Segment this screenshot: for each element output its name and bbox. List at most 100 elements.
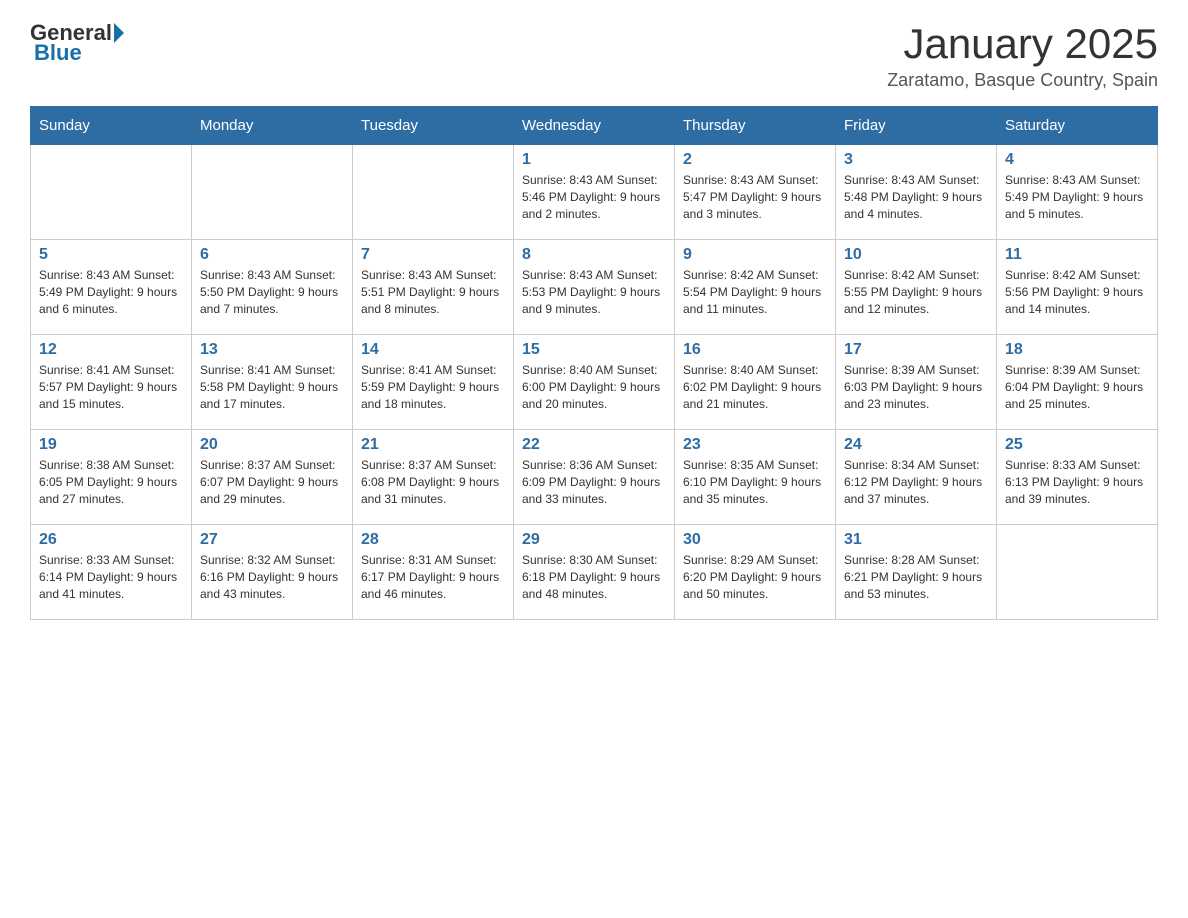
- calendar-cell: 16Sunrise: 8:40 AM Sunset: 6:02 PM Dayli…: [675, 335, 836, 430]
- day-info: Sunrise: 8:28 AM Sunset: 6:21 PM Dayligh…: [844, 552, 988, 602]
- day-number: 2: [683, 151, 827, 169]
- calendar-cell: 4 Sunrise: 8:43 AM Sunset: 5:49 PM Daylig…: [997, 145, 1158, 240]
- title-section: January 2025 Zaratamo, Basque Country, S…: [887, 20, 1158, 91]
- calendar-cell: 3 Sunrise: 8:43 AM Sunset: 5:48 PM Daylig…: [836, 145, 997, 240]
- day-info: Sunrise: 8:43 AM Sunset: 5:48 PM Dayligh…: [844, 172, 988, 222]
- calendar-cell: 24Sunrise: 8:34 AM Sunset: 6:12 PM Dayli…: [836, 430, 997, 525]
- day-info: Sunrise: 8:43 AM Sunset: 5:46 PM Dayligh…: [522, 172, 666, 222]
- day-number: 14: [361, 341, 505, 359]
- day-number: 4: [1005, 151, 1149, 169]
- column-header-saturday: Saturday: [997, 107, 1158, 145]
- day-info: Sunrise: 8:43 AM Sunset: 5:51 PM Dayligh…: [361, 267, 505, 317]
- day-number: 16: [683, 341, 827, 359]
- calendar-cell: 23 Sunrise: 8:35 AM Sunset: 6:10 PM Dayli…: [675, 430, 836, 525]
- day-info: Sunrise: 8:43 AM Sunset: 5:49 PM Dayligh…: [39, 267, 183, 317]
- logo-blue: Blue: [34, 40, 82, 66]
- calendar-cell: 7Sunrise: 8:43 AM Sunset: 5:51 PM Daylig…: [353, 240, 514, 335]
- day-info: Sunrise: 8:37 AM Sunset: 6:08 PM Dayligh…: [361, 457, 505, 507]
- day-info: Sunrise: 8:42 AM Sunset: 5:55 PM Dayligh…: [844, 267, 988, 317]
- day-number: 20: [200, 436, 344, 454]
- day-info: Sunrise: 8:36 AM Sunset: 6:09 PM Dayligh…: [522, 457, 666, 507]
- calendar-cell: 11Sunrise: 8:42 AM Sunset: 5:56 PM Dayli…: [997, 240, 1158, 335]
- calendar-cell: [192, 145, 353, 240]
- calendar-cell: 25 Sunrise: 8:33 AM Sunset: 6:13 PM Dayli…: [997, 430, 1158, 525]
- calendar-cell: [997, 525, 1158, 620]
- day-number: 29: [522, 531, 666, 549]
- day-number: 30: [683, 531, 827, 549]
- day-number: 15: [522, 341, 666, 359]
- calendar-cell: 18Sunrise: 8:39 AM Sunset: 6:04 PM Dayli…: [997, 335, 1158, 430]
- calendar-cell: 12Sunrise: 8:41 AM Sunset: 5:57 PM Dayli…: [31, 335, 192, 430]
- day-info: Sunrise: 8:33 AM Sunset: 6:14 PM Dayligh…: [39, 552, 183, 602]
- calendar-cell: 28 Sunrise: 8:31 AM Sunset: 6:17 PM Dayli…: [353, 525, 514, 620]
- day-number: 17: [844, 341, 988, 359]
- calendar-cell: [31, 145, 192, 240]
- week-row-2: 5 Sunrise: 8:43 AM Sunset: 5:49 PM Daylig…: [31, 240, 1158, 335]
- page-title: January 2025: [887, 20, 1158, 68]
- day-number: 25: [1005, 436, 1149, 454]
- calendar-cell: 21 Sunrise: 8:37 AM Sunset: 6:08 PM Dayli…: [353, 430, 514, 525]
- calendar-cell: 15 Sunrise: 8:40 AM Sunset: 6:00 PM Dayli…: [514, 335, 675, 430]
- day-number: 28: [361, 531, 505, 549]
- page-header: General Blue January 2025 Zaratamo, Basq…: [30, 20, 1158, 91]
- logo-arrow-icon: [114, 23, 124, 43]
- day-info: Sunrise: 8:43 AM Sunset: 5:50 PM Dayligh…: [200, 267, 344, 317]
- day-info: Sunrise: 8:40 AM Sunset: 6:00 PM Dayligh…: [522, 362, 666, 412]
- calendar-cell: 2 Sunrise: 8:43 AM Sunset: 5:47 PM Daylig…: [675, 145, 836, 240]
- calendar-cell: 20 Sunrise: 8:37 AM Sunset: 6:07 PM Dayli…: [192, 430, 353, 525]
- day-number: 22: [522, 436, 666, 454]
- page-subtitle: Zaratamo, Basque Country, Spain: [887, 70, 1158, 91]
- day-info: Sunrise: 8:39 AM Sunset: 6:03 PM Dayligh…: [844, 362, 988, 412]
- calendar-cell: 10Sunrise: 8:42 AM Sunset: 5:55 PM Dayli…: [836, 240, 997, 335]
- day-number: 27: [200, 531, 344, 549]
- column-header-thursday: Thursday: [675, 107, 836, 145]
- calendar-cell: 30 Sunrise: 8:29 AM Sunset: 6:20 PM Dayli…: [675, 525, 836, 620]
- day-info: Sunrise: 8:41 AM Sunset: 5:57 PM Dayligh…: [39, 362, 183, 412]
- day-info: Sunrise: 8:41 AM Sunset: 5:59 PM Dayligh…: [361, 362, 505, 412]
- day-info: Sunrise: 8:43 AM Sunset: 5:47 PM Dayligh…: [683, 172, 827, 222]
- logo: General Blue: [30, 20, 124, 66]
- day-number: 5: [39, 246, 183, 264]
- day-info: Sunrise: 8:37 AM Sunset: 6:07 PM Dayligh…: [200, 457, 344, 507]
- day-number: 9: [683, 246, 827, 264]
- day-number: 8: [522, 246, 666, 264]
- column-header-sunday: Sunday: [31, 107, 192, 145]
- day-info: Sunrise: 8:34 AM Sunset: 6:12 PM Dayligh…: [844, 457, 988, 507]
- calendar-cell: 31 Sunrise: 8:28 AM Sunset: 6:21 PM Dayli…: [836, 525, 997, 620]
- column-header-friday: Friday: [836, 107, 997, 145]
- calendar-cell: 13 Sunrise: 8:41 AM Sunset: 5:58 PM Dayli…: [192, 335, 353, 430]
- calendar-table: SundayMondayTuesdayWednesdayThursdayFrid…: [30, 106, 1158, 620]
- day-info: Sunrise: 8:42 AM Sunset: 5:56 PM Dayligh…: [1005, 267, 1149, 317]
- day-number: 19: [39, 436, 183, 454]
- day-info: Sunrise: 8:43 AM Sunset: 5:53 PM Dayligh…: [522, 267, 666, 317]
- week-row-1: 1Sunrise: 8:43 AM Sunset: 5:46 PM Daylig…: [31, 145, 1158, 240]
- calendar-cell: [353, 145, 514, 240]
- day-number: 23: [683, 436, 827, 454]
- day-info: Sunrise: 8:35 AM Sunset: 6:10 PM Dayligh…: [683, 457, 827, 507]
- column-header-tuesday: Tuesday: [353, 107, 514, 145]
- day-number: 21: [361, 436, 505, 454]
- day-info: Sunrise: 8:38 AM Sunset: 6:05 PM Dayligh…: [39, 457, 183, 507]
- calendar-cell: 9 Sunrise: 8:42 AM Sunset: 5:54 PM Daylig…: [675, 240, 836, 335]
- day-info: Sunrise: 8:33 AM Sunset: 6:13 PM Dayligh…: [1005, 457, 1149, 507]
- day-number: 31: [844, 531, 988, 549]
- calendar-cell: 19 Sunrise: 8:38 AM Sunset: 6:05 PM Dayli…: [31, 430, 192, 525]
- calendar-cell: 8 Sunrise: 8:43 AM Sunset: 5:53 PM Daylig…: [514, 240, 675, 335]
- day-number: 26: [39, 531, 183, 549]
- day-info: Sunrise: 8:31 AM Sunset: 6:17 PM Dayligh…: [361, 552, 505, 602]
- column-header-wednesday: Wednesday: [514, 107, 675, 145]
- day-number: 3: [844, 151, 988, 169]
- day-number: 6: [200, 246, 344, 264]
- calendar-cell: 17 Sunrise: 8:39 AM Sunset: 6:03 PM Dayli…: [836, 335, 997, 430]
- day-info: Sunrise: 8:39 AM Sunset: 6:04 PM Dayligh…: [1005, 362, 1149, 412]
- day-info: Sunrise: 8:29 AM Sunset: 6:20 PM Dayligh…: [683, 552, 827, 602]
- day-number: 13: [200, 341, 344, 359]
- day-info: Sunrise: 8:41 AM Sunset: 5:58 PM Dayligh…: [200, 362, 344, 412]
- calendar-cell: 22 Sunrise: 8:36 AM Sunset: 6:09 PM Dayli…: [514, 430, 675, 525]
- day-info: Sunrise: 8:42 AM Sunset: 5:54 PM Dayligh…: [683, 267, 827, 317]
- day-info: Sunrise: 8:30 AM Sunset: 6:18 PM Dayligh…: [522, 552, 666, 602]
- calendar-cell: 27Sunrise: 8:32 AM Sunset: 6:16 PM Dayli…: [192, 525, 353, 620]
- calendar-cell: 1Sunrise: 8:43 AM Sunset: 5:46 PM Daylig…: [514, 145, 675, 240]
- day-info: Sunrise: 8:43 AM Sunset: 5:49 PM Dayligh…: [1005, 172, 1149, 222]
- week-row-4: 19 Sunrise: 8:38 AM Sunset: 6:05 PM Dayli…: [31, 430, 1158, 525]
